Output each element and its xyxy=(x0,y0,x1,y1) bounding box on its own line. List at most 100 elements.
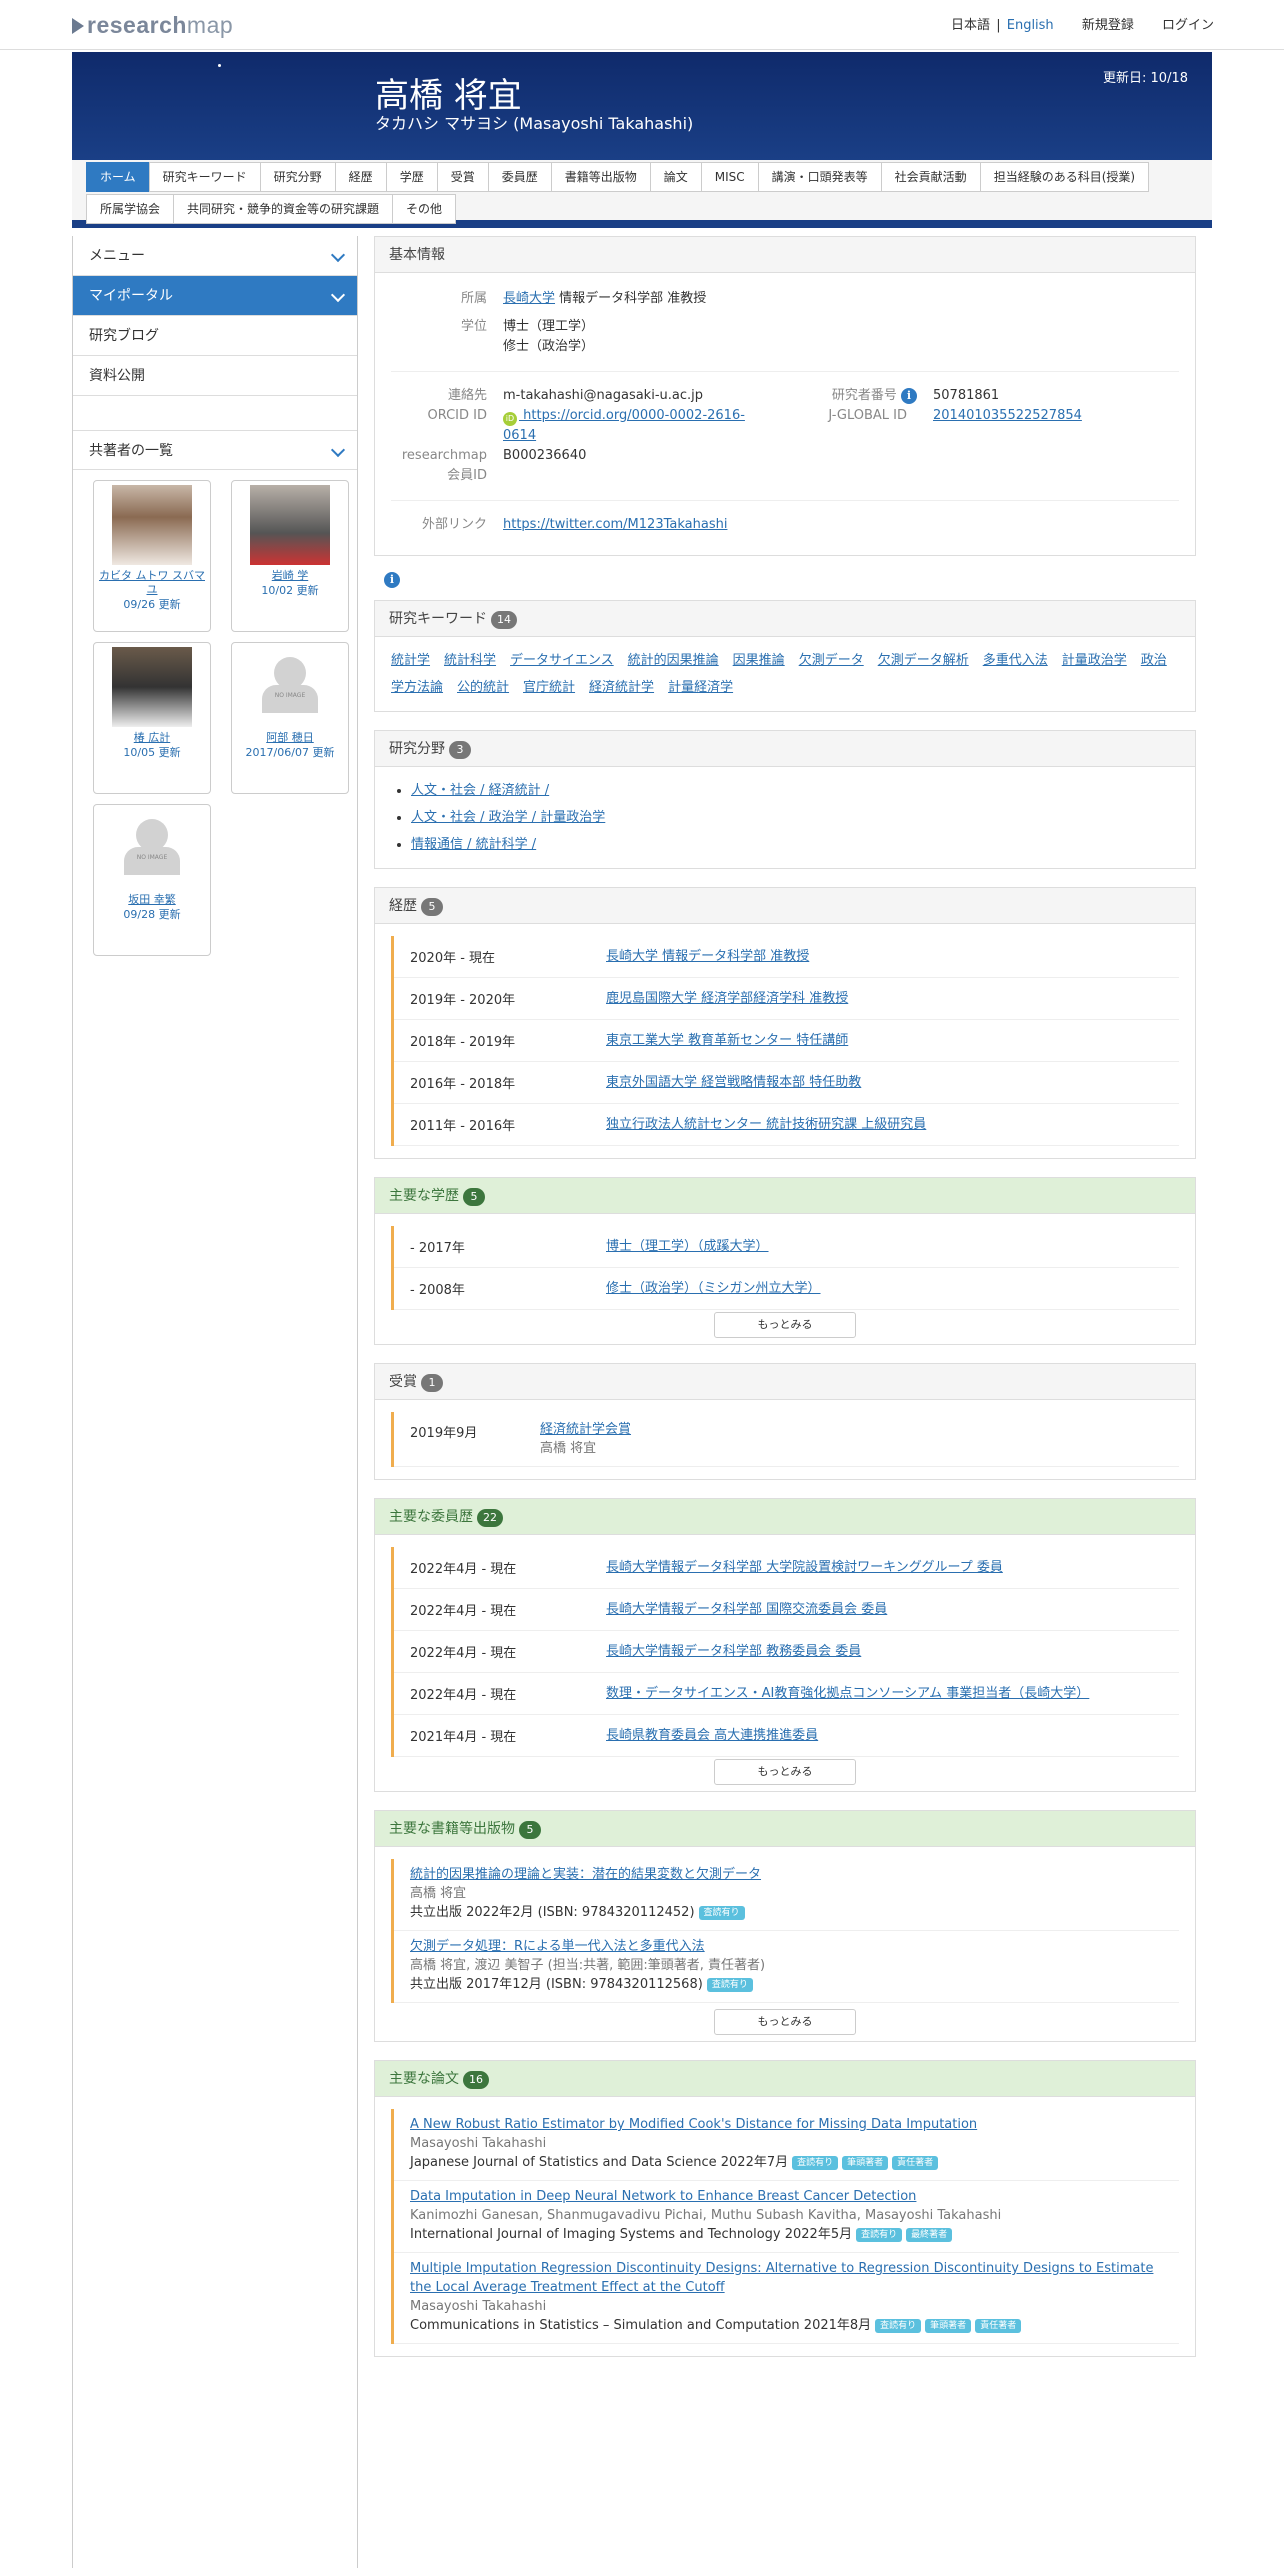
tab-13[interactable]: 所属学協会 xyxy=(86,194,175,224)
item-date: 2022年4月 - 現在 xyxy=(410,1688,517,1703)
sidebar-menu[interactable]: メニュー xyxy=(73,236,357,276)
item-date: 2022年4月 - 現在 xyxy=(410,1604,517,1619)
coauthor-name[interactable]: 岩崎 学 xyxy=(232,569,348,583)
publication-item: Data Imputation in Deep Neural Network t… xyxy=(394,2181,1179,2253)
coauthor-name[interactable]: 椿 広計 xyxy=(94,731,210,745)
updated-date: 更新日: 10/18 xyxy=(1103,71,1188,86)
education-more-button[interactable]: もっとみる xyxy=(714,1312,856,1338)
item-link[interactable]: 長崎大学情報データ科学部 大学院設置検討ワーキンググループ 委員 xyxy=(606,1560,1003,1575)
item-link[interactable]: 修士（政治学）（ミシガン州立大学） xyxy=(606,1281,821,1296)
books-more-button[interactable]: もっとみる xyxy=(714,2009,856,2035)
coauthor-name[interactable]: カビタ ムトワ スバマユ xyxy=(94,569,210,597)
career-title: 経歴 xyxy=(389,898,417,914)
keyword-link[interactable]: 経済統計学 xyxy=(589,680,654,695)
keywords-count: 14 xyxy=(491,611,517,629)
status-badge: 筆頭著者 xyxy=(925,2319,972,2333)
item-link[interactable]: 東京外国語大学 経営戦略情報本部 特任助教 xyxy=(606,1075,861,1090)
publication-title[interactable]: 統計的因果推論の理論と実装：潜在的結果変数と欠測データ xyxy=(410,1865,1163,1884)
tab-11[interactable]: 社会貢献活動 xyxy=(880,162,981,192)
sidebar-item-blog[interactable]: 研究ブログ xyxy=(73,316,357,356)
info-icon[interactable]: i xyxy=(384,572,400,588)
twitter-link[interactable]: https://twitter.com/M123Takahashi xyxy=(503,515,727,535)
item-link[interactable]: 独立行政法人統計センター 統計技術研究課 上級研究員 xyxy=(606,1117,926,1132)
item-link[interactable]: 長崎大学 情報データ科学部 准教授 xyxy=(606,949,809,964)
publication-title[interactable]: 欠測データ処理：Rによる単一代入法と多重代入法 xyxy=(410,1937,1163,1956)
tab-6[interactable]: 委員歴 xyxy=(487,162,552,192)
item-link[interactable]: 長崎県教育委員会 高大連携推進委員 xyxy=(606,1728,818,1743)
item-date: 2022年4月 - 現在 xyxy=(410,1562,517,1577)
keyword-link[interactable]: 統計学 xyxy=(391,653,430,668)
tab-8[interactable]: 論文 xyxy=(649,162,702,192)
keyword-link[interactable]: 因果推論 xyxy=(733,653,785,668)
tab-2[interactable]: 研究分野 xyxy=(259,162,336,192)
publication-title[interactable]: Data Imputation in Deep Neural Network t… xyxy=(410,2187,1163,2206)
keyword-link[interactable]: 欠測データ解析 xyxy=(878,653,969,668)
coauthor-name[interactable]: 坂田 幸繁 xyxy=(94,893,210,907)
coauthor-card[interactable]: 阿部 穂日2017/06/07 更新 xyxy=(231,642,349,794)
coauthor-card[interactable]: 岩崎 学 10/02 更新 xyxy=(231,480,349,632)
coauthor-card[interactable]: カビタ ムトワ スバマユ 09/26 更新 xyxy=(93,480,211,632)
researchmap-logo[interactable]: researchmap xyxy=(72,12,233,39)
keyword-link[interactable]: 欠測データ xyxy=(799,653,864,668)
publication-item: 欠測データ処理：Rによる単一代入法と多重代入法 高橋 将宜, 渡辺 美智子 (担当… xyxy=(394,1931,1179,2003)
signup-link[interactable]: 新規登録 xyxy=(1082,18,1134,33)
keyword-link[interactable]: 統計的因果推論 xyxy=(628,653,719,668)
tab-0[interactable]: ホーム xyxy=(86,162,150,192)
item-link[interactable]: 東京工業大学 教育革新センター 特任講師 xyxy=(606,1033,848,1048)
award-link[interactable]: 経済統計学会賞 xyxy=(540,1422,631,1437)
coauthors-header[interactable]: 共著者の一覧 xyxy=(73,430,357,470)
keyword-link[interactable]: 統計科学 xyxy=(444,653,496,668)
tab-15[interactable]: その他 xyxy=(392,194,457,224)
item-link[interactable]: 長崎大学情報データ科学部 国際交流委員会 委員 xyxy=(606,1602,887,1617)
keyword-link[interactable]: 官庁統計 xyxy=(523,680,575,695)
keyword-link[interactable]: 計量経済学 xyxy=(668,680,733,695)
publication-source-line: International Journal of Imaging Systems… xyxy=(410,2225,1163,2244)
coauthor-name[interactable]: 阿部 穂日 xyxy=(232,731,348,745)
tab-10[interactable]: 講演・口頭発表等 xyxy=(757,162,882,192)
tab-1[interactable]: 研究キーワード xyxy=(148,162,261,192)
basic-info-panel: 基本情報 所属 長崎大学 情報データ科学部 准教授 学位 博士（理工学） 修士（政治学… xyxy=(374,236,1196,556)
tab-4[interactable]: 学歴 xyxy=(385,162,438,192)
jglobal-link[interactable]: 201401035522527854 xyxy=(923,406,1082,426)
keyword-link[interactable]: 公的統計 xyxy=(457,680,509,695)
field-link[interactable]: 人文・社会 / 政治学 / 計量政治学 xyxy=(411,810,605,825)
coauthor-card[interactable]: 椿 広計 10/05 更新 xyxy=(93,642,211,794)
sidebar-item-materials[interactable]: 資料公開 xyxy=(73,356,357,396)
keyword-link[interactable]: 多重代入法 xyxy=(983,653,1048,668)
item-date: 2021年4月 - 現在 xyxy=(410,1730,517,1745)
tab-3[interactable]: 経歴 xyxy=(334,162,387,192)
tab-9[interactable]: MISC xyxy=(700,162,759,192)
info-icon[interactable]: i xyxy=(901,388,917,404)
orcid-link[interactable]: https://orcid.org/0000-0002-2616-0614 xyxy=(503,408,745,443)
item-link[interactable]: 鹿児島国際大学 経済学部経済学科 准教授 xyxy=(606,991,848,1006)
main-content: 基本情報 所属 長崎大学 情報データ科学部 准教授 学位 博士（理工学） 修士（政治学… xyxy=(374,236,1196,2375)
item-link[interactable]: 博士（理工学）（成蹊大学） xyxy=(606,1239,769,1254)
tab-14[interactable]: 共同研究・競争的資金等の研究課題 xyxy=(173,194,394,224)
tab-12[interactable]: 担当経験のある科目(授業) xyxy=(979,162,1150,192)
coauthor-card[interactable]: 坂田 幸繁09/28 更新 xyxy=(93,804,211,956)
publication-title[interactable]: A New Robust Ratio Estimator by Modified… xyxy=(410,2115,1163,2134)
keyword-link[interactable]: データサイエンス xyxy=(510,653,614,668)
tab-5[interactable]: 受賞 xyxy=(436,162,489,192)
lang-ja[interactable]: 日本語 xyxy=(951,18,990,33)
login-link[interactable]: ログイン xyxy=(1162,18,1214,33)
committee-more-button[interactable]: もっとみる xyxy=(714,1759,856,1785)
affiliation-text: 情報データ科学部 准教授 xyxy=(555,291,707,306)
field-item: 情報通信 / 統計科学 / xyxy=(411,831,1179,858)
fields-title: 研究分野 xyxy=(389,741,445,757)
publication-source-line: Japanese Journal of Statistics and Data … xyxy=(410,2153,1163,2172)
sidebar-myportal[interactable]: マイポータル xyxy=(73,276,357,316)
field-link[interactable]: 人文・社会 / 経済統計 / xyxy=(411,783,549,798)
item-link[interactable]: 数理・データサイエンス・AI教育強化拠点コンソーシアム 事業担当者（長崎大学） xyxy=(606,1686,1089,1701)
coauthors-title: 共著者の一覧 xyxy=(89,443,173,459)
publication-title[interactable]: Multiple Imputation Regression Discontin… xyxy=(410,2259,1163,2297)
lang-en-link[interactable]: English xyxy=(1007,18,1054,33)
keyword-link[interactable]: 計量政治学 xyxy=(1062,653,1127,668)
field-item: 人文・社会 / 政治学 / 計量政治学 xyxy=(411,804,1179,831)
tab-7[interactable]: 書籍等出版物 xyxy=(550,162,651,192)
item-link[interactable]: 長崎大学情報データ科学部 教務委員会 委員 xyxy=(606,1644,861,1659)
affiliation-link[interactable]: 長崎大学 xyxy=(503,291,555,306)
list-item: 2019年 - 2020年 鹿児島国際大学 経済学部経済学科 准教授 xyxy=(394,978,1179,1020)
status-badge: 査読有り xyxy=(698,1906,745,1920)
field-link[interactable]: 情報通信 / 統計科学 / xyxy=(411,837,536,852)
